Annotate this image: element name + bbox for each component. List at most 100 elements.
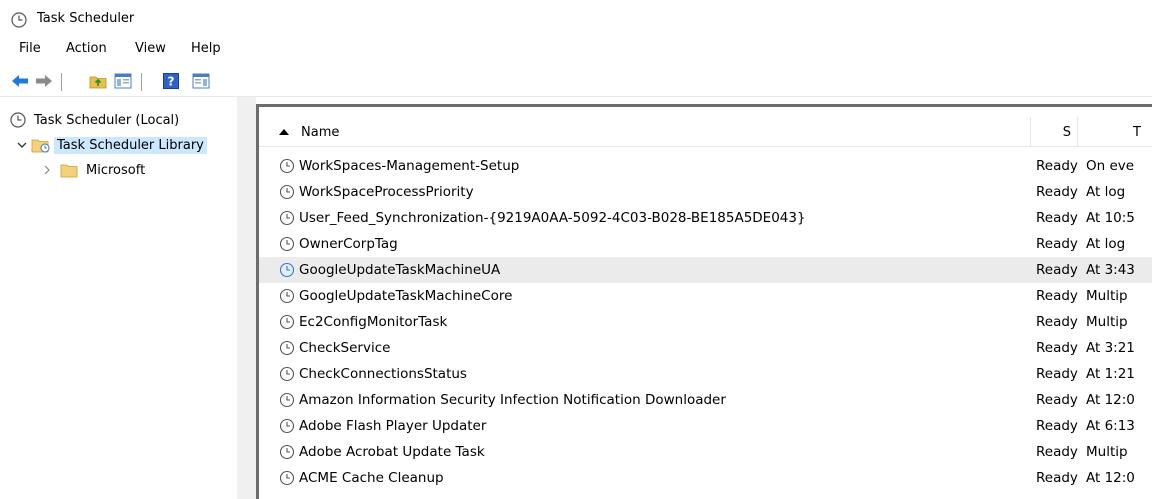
menu-help[interactable]: Help	[189, 41, 223, 56]
task-trigger: At 12:0	[1086, 392, 1135, 408]
show-hide-action-pane-button[interactable]	[191, 71, 211, 91]
menu-file[interactable]: File	[17, 41, 43, 56]
console-tree: Task Scheduler (Local) Task Scheduler Li…	[0, 104, 237, 499]
clock-icon	[279, 210, 295, 226]
clock-icon	[279, 470, 295, 486]
task-trigger: Multip	[1086, 444, 1128, 460]
task-name: Ec2ConfigMonitorTask	[299, 314, 448, 330]
task-name: CheckConnectionsStatus	[299, 366, 467, 382]
show-hide-console-tree-icon	[114, 73, 132, 89]
show-hide-action-pane-icon	[192, 73, 210, 89]
svg-text:?: ?	[168, 75, 175, 89]
table-row[interactable]: CheckConnectionsStatus Ready At 1:21	[259, 361, 1152, 387]
back-button[interactable]	[10, 71, 30, 91]
column-header-triggers[interactable]: T	[1078, 117, 1152, 147]
clock-icon	[279, 366, 295, 382]
toolbar-separator	[61, 73, 62, 91]
pane-splitter[interactable]	[237, 97, 256, 499]
table-row[interactable]: WorkSpaces-Management-Setup Ready On eve	[259, 153, 1152, 179]
task-status: Ready	[1036, 262, 1078, 278]
clock-icon	[279, 444, 295, 460]
table-row[interactable]: WorkSpaceProcessPriority Ready At log	[259, 179, 1152, 205]
clock-icon	[10, 112, 26, 128]
column-header-status[interactable]: S	[1031, 117, 1078, 147]
task-trigger: At log	[1086, 236, 1126, 252]
task-trigger: Multip	[1086, 314, 1128, 330]
task-name: OwnerCorpTag	[299, 236, 398, 252]
task-status: Ready	[1036, 470, 1078, 486]
tree-item-task-scheduler-local[interactable]: Task Scheduler (Local)	[10, 109, 182, 131]
column-label: Name	[301, 124, 340, 140]
task-name: WorkSpaceProcessPriority	[299, 184, 474, 200]
library-folder-icon	[31, 139, 50, 153]
tree-item-label: Task Scheduler (Local)	[34, 112, 180, 128]
table-row[interactable]: User_Feed_Synchronization-{9219A0AA-5092…	[259, 205, 1152, 231]
task-name: User_Feed_Synchronization-{9219A0AA-5092…	[299, 210, 806, 226]
clock-icon	[279, 288, 295, 304]
task-name: WorkSpaces-Management-Setup	[299, 158, 520, 174]
task-status: Ready	[1036, 184, 1078, 200]
task-trigger: At 10:5	[1086, 210, 1135, 226]
table-row[interactable]: Ec2ConfigMonitorTask Ready Multip	[259, 309, 1152, 335]
task-status: Ready	[1036, 236, 1078, 252]
window-title: Task Scheduler	[37, 11, 135, 26]
toolbar: ?	[0, 65, 1152, 97]
table-row[interactable]: OwnerCorpTag Ready At log	[259, 231, 1152, 257]
chevron-right-icon[interactable]	[40, 163, 54, 177]
task-status: Ready	[1036, 418, 1078, 434]
table-row[interactable]: GoogleUpdateTaskMachineCore Ready Multip	[259, 283, 1152, 309]
table-row[interactable]: Amazon Information Security Infection No…	[259, 387, 1152, 413]
task-name: Adobe Flash Player Updater	[299, 418, 487, 434]
table-row[interactable]: GoogleUpdateTaskMachineUA Ready At 3:43	[259, 257, 1152, 283]
back-arrow-icon	[12, 75, 28, 87]
task-name: ACME Cache Cleanup	[299, 470, 444, 486]
table-row[interactable]: CheckService Ready At 3:21	[259, 335, 1152, 361]
help-icon: ?	[163, 73, 179, 89]
column-label: S	[1062, 124, 1071, 140]
task-name: GoogleUpdateTaskMachineCore	[299, 288, 513, 304]
toolbar-separator	[141, 73, 142, 91]
table-row[interactable]: Adobe Flash Player Updater Ready At 6:13	[259, 413, 1152, 439]
folder-icon	[60, 164, 78, 177]
clock-icon	[279, 184, 295, 200]
task-trigger: At 3:21	[1086, 340, 1135, 356]
table-row[interactable]: Adobe Acrobat Update Task Ready Multip	[259, 439, 1152, 465]
clock-icon	[279, 418, 295, 434]
column-header-name[interactable]: Name	[259, 117, 1031, 147]
clock-icon	[279, 340, 295, 356]
task-trigger: At log	[1086, 184, 1126, 200]
chevron-down-icon[interactable]	[15, 138, 29, 152]
clock-icon	[279, 158, 295, 174]
task-status: Ready	[1036, 366, 1078, 382]
clock-icon	[279, 236, 295, 252]
forward-arrow-icon	[36, 75, 52, 87]
task-trigger: Multip	[1086, 288, 1128, 304]
task-status: Ready	[1036, 210, 1078, 226]
tree-item-label: Microsoft	[86, 162, 146, 178]
forward-button[interactable]	[34, 71, 54, 91]
task-name: Amazon Information Security Infection No…	[299, 392, 726, 408]
task-name: Adobe Acrobat Update Task	[299, 444, 485, 460]
task-trigger: On eve	[1086, 158, 1135, 174]
menu-view[interactable]: View	[133, 41, 168, 56]
menu-action[interactable]: Action	[64, 41, 109, 56]
task-status: Ready	[1036, 314, 1078, 330]
task-status: Ready	[1036, 158, 1078, 174]
title-bar: Task Scheduler	[0, 0, 1152, 38]
task-name: CheckService	[299, 340, 391, 356]
clock-icon	[11, 12, 27, 28]
task-trigger: At 12:0	[1086, 470, 1135, 486]
task-status: Ready	[1036, 392, 1078, 408]
clock-icon	[279, 262, 295, 278]
tree-item-microsoft[interactable]: Microsoft	[40, 159, 148, 181]
help-button[interactable]: ?	[161, 71, 181, 91]
task-status: Ready	[1036, 444, 1078, 460]
up-folder-icon	[89, 76, 107, 89]
table-row[interactable]: ACME Cache Cleanup Ready At 12:0	[259, 465, 1152, 491]
task-trigger: At 6:13	[1086, 418, 1135, 434]
show-hide-console-tree-button[interactable]	[113, 71, 133, 91]
task-name: GoogleUpdateTaskMachineUA	[299, 262, 501, 278]
column-header: Name S T	[259, 117, 1152, 147]
up-button[interactable]	[88, 71, 108, 91]
tree-item-task-scheduler-library[interactable]: Task Scheduler Library	[15, 134, 207, 156]
